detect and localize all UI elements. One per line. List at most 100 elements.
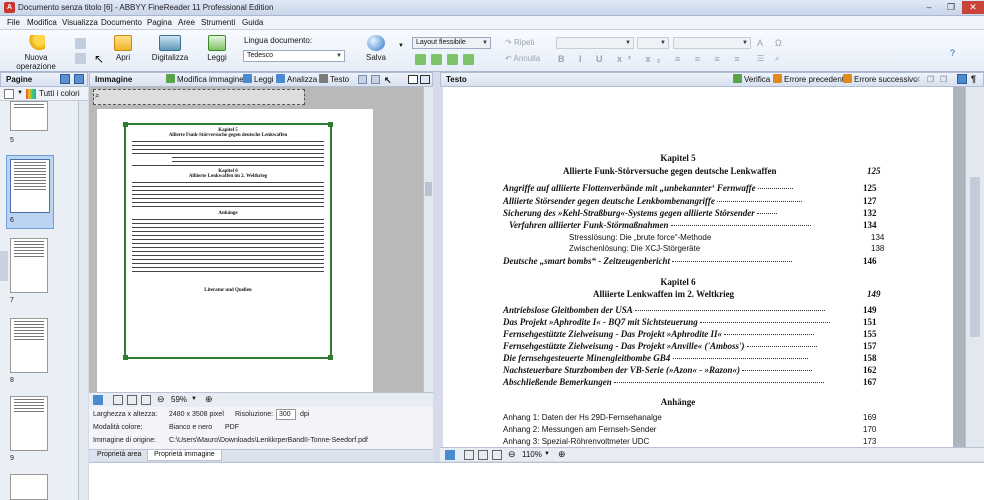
style-select[interactable]: ▼ [673, 37, 751, 49]
analyze-button[interactable]: Analizza [276, 73, 317, 86]
recognized-document[interactable]: Kapitel 5 Allierte Funk-Störversuche geg… [443, 87, 953, 447]
zoom-in-icon[interactable]: ⊕ [205, 394, 213, 405]
clipboard-icon[interactable] [75, 53, 86, 64]
fit-icon[interactable] [478, 450, 488, 460]
language-select[interactable]: Tedesco ▼ [243, 50, 345, 62]
redo-button[interactable]: ↷ Ripeti [505, 38, 534, 47]
text-recognition-area[interactable]: Kapitel 5 Allierte Funk-Störversuche geg… [123, 122, 333, 360]
image-scrollbar[interactable] [423, 87, 433, 392]
page-thumbnail-7[interactable] [10, 238, 48, 293]
layout-option-icon[interactable] [463, 54, 474, 65]
fit-page-icon[interactable] [408, 75, 418, 84]
previous-error-button[interactable]: Errore precedente [773, 73, 848, 86]
pages-scrollbar[interactable] [78, 101, 88, 500]
resize-handle[interactable] [123, 122, 128, 127]
menu-modifica[interactable]: Modifica [27, 18, 57, 27]
fit-icon[interactable] [141, 395, 151, 405]
minimize-button[interactable]: – [918, 1, 940, 14]
zoom-out-icon[interactable]: ⊖ [508, 449, 516, 460]
resolution-input[interactable]: 300 [276, 409, 296, 420]
view-mode-icon[interactable] [957, 74, 967, 84]
scroll-thumb[interactable] [425, 182, 432, 196]
symbol-icon[interactable]: Ω [775, 38, 782, 48]
font-select[interactable]: ▼ [556, 37, 634, 49]
maximize-button[interactable]: ❐ [940, 1, 962, 14]
menu-guida[interactable]: Guida [242, 18, 263, 27]
text-view[interactable]: Kapitel 5 Allierte Funk-Störversuche geg… [443, 87, 965, 447]
fit-icon[interactable] [492, 450, 502, 460]
page-thumbnail-6-selected[interactable]: 6 [6, 155, 54, 229]
page-thumbnail-10[interactable] [10, 474, 48, 500]
resize-handle[interactable] [328, 355, 333, 360]
chevron-down-icon[interactable]: ▼ [17, 90, 23, 96]
save-dropdown-icon[interactable]: ▼ [398, 43, 404, 49]
layout-option-icon[interactable] [415, 54, 426, 65]
help-icon[interactable]: ? [950, 48, 955, 58]
open-button[interactable]: Apri [110, 35, 136, 62]
resize-handle[interactable] [328, 122, 333, 127]
verify-button[interactable]: Verifica [733, 73, 770, 86]
tab-image-properties[interactable]: Proprietà immagine [147, 450, 222, 461]
zoom-in-icon[interactable]: ⊕ [558, 449, 566, 460]
read-image-button[interactable]: Leggi [243, 73, 274, 86]
copy-icon[interactable] [75, 38, 86, 49]
fit-icon[interactable] [113, 395, 123, 405]
format-buttons[interactable]: B I U x² x₂ ≡ ≡ ≡ ≡ [558, 54, 746, 64]
read-button[interactable]: Leggi [203, 35, 231, 62]
undo-button[interactable]: ↶ Annulla [505, 54, 540, 63]
scroll-thumb[interactable] [970, 177, 980, 337]
close-button[interactable]: ✕ [962, 1, 984, 14]
menu-documento[interactable]: Documento [101, 18, 142, 27]
copy-icon[interactable]: ❐ [927, 73, 934, 86]
save-button[interactable]: Salva [361, 35, 391, 62]
menu-strumenti[interactable]: Strumenti [201, 18, 235, 27]
close-icon[interactable]: ✕ [914, 73, 921, 86]
indent-icon[interactable]: ☰ [757, 54, 764, 63]
view-mode-icon[interactable] [4, 89, 14, 99]
edit-image-button[interactable]: Modifica immagine [166, 73, 244, 86]
scan-chapter6-title: Alliierte Lenkwaffen im 2. Weltkrieg [188, 174, 268, 179]
image-zoom-value[interactable]: 59% [171, 395, 187, 404]
text-zoom-value[interactable]: 110% [522, 450, 542, 459]
app-icon[interactable]: A [4, 2, 15, 13]
page-thumbnail-5[interactable] [10, 101, 48, 131]
scan-button[interactable]: Digitalizza [150, 35, 190, 62]
fit-width-icon[interactable] [420, 75, 430, 84]
text-area-button[interactable]: Testo [319, 73, 349, 86]
image-view[interactable]: ⌕ Kapitel 5 Allierte Funk-Störversuche g… [89, 87, 423, 392]
page-thumbnail-9[interactable] [10, 396, 48, 451]
layout-option-icon[interactable] [431, 54, 442, 65]
paste-icon[interactable]: ❐ [940, 73, 947, 86]
menu-file[interactable]: File [7, 18, 20, 27]
expand-icon[interactable] [445, 450, 455, 460]
clear-format-icon[interactable]: A [757, 38, 763, 48]
menu-aree[interactable]: Aree [178, 18, 195, 27]
fit-icon[interactable] [127, 395, 137, 405]
menu-pagina[interactable]: Pagina [147, 18, 172, 27]
menu-visualizza[interactable]: Visualizza [62, 18, 98, 27]
text-scrollbar[interactable] [965, 87, 984, 447]
layout-select[interactable]: Layout flessibile ▼ [412, 37, 491, 49]
find-icon[interactable]: ⌕ [775, 54, 779, 64]
page-thumbnail-8[interactable] [10, 318, 48, 373]
page-number: 8 [10, 377, 14, 384]
tab-area-properties[interactable]: Proprietà area [97, 451, 141, 458]
pointer-icon[interactable]: ↖ [384, 74, 392, 87]
next-error-button[interactable]: Errore successivo [843, 73, 918, 86]
picture-area-icon[interactable] [358, 75, 367, 84]
new-task-button[interactable]: Nuova operazione [4, 35, 68, 71]
resize-handle[interactable] [123, 355, 128, 360]
page-up-icon[interactable] [60, 74, 70, 84]
page-down-icon[interactable] [74, 74, 84, 84]
chevron-down-icon[interactable]: ▼ [191, 396, 197, 402]
font-size-select[interactable]: ▼ [637, 37, 669, 49]
fit-icon[interactable] [464, 450, 474, 460]
collapse-pane-handle[interactable] [0, 251, 8, 281]
pilcrow-icon[interactable]: ¶ [971, 73, 976, 86]
color-filter-label[interactable]: Tutti i colori [39, 89, 80, 98]
zoom-out-icon[interactable]: ⊖ [157, 394, 165, 405]
expand-icon[interactable] [93, 395, 103, 405]
layout-option-icon[interactable] [447, 54, 458, 65]
chevron-down-icon[interactable]: ▼ [544, 451, 550, 457]
table-area-icon[interactable] [371, 75, 380, 84]
